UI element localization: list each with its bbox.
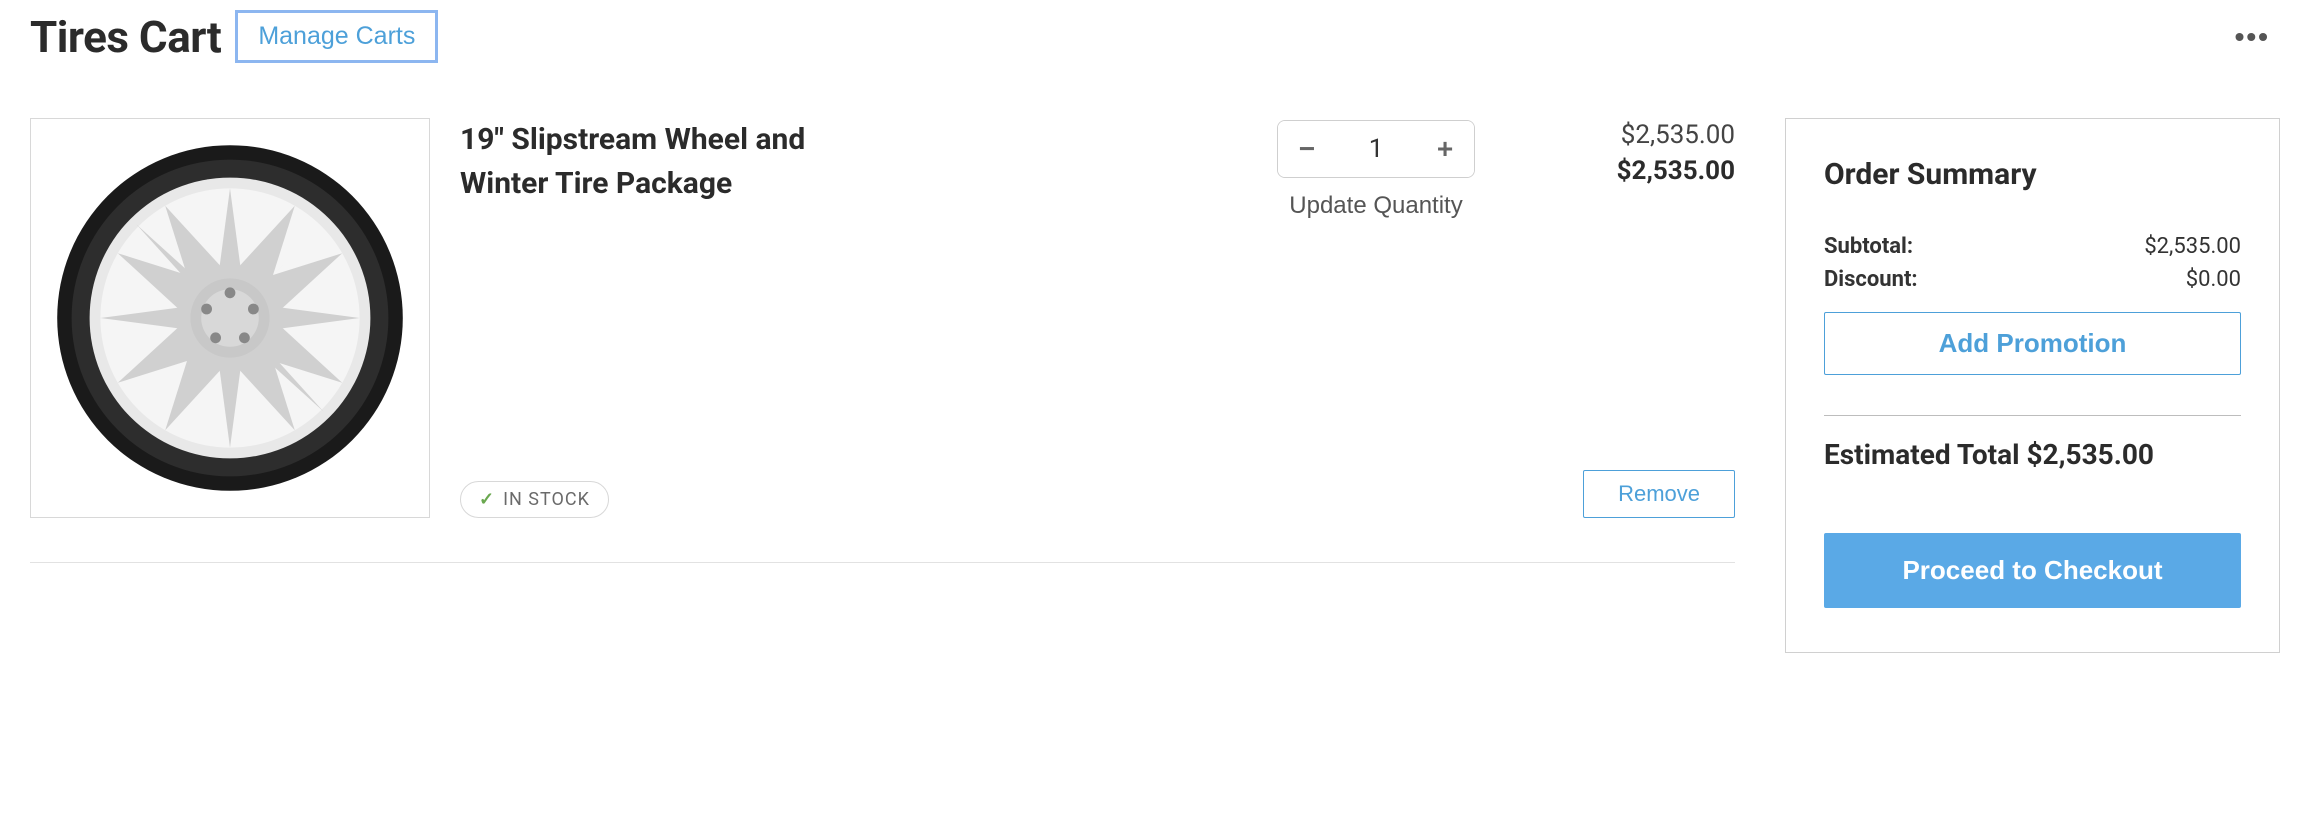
stock-status-pill: ✓ IN STOCK	[460, 481, 609, 518]
item-info: 19" Slipstream Wheel and Winter Tire Pac…	[460, 118, 1277, 518]
wheel-icon	[50, 138, 410, 498]
minus-icon: −	[1299, 133, 1315, 164]
increase-quantity-button[interactable]: +	[1416, 120, 1474, 178]
discount-value: $0.00	[2186, 267, 2241, 292]
quantity-value: 1	[1336, 134, 1416, 164]
price-section: $2,535.00 $2,535.00 Remove	[1475, 118, 1735, 518]
line-total: $2,535.00	[1617, 156, 1735, 186]
summary-divider	[1824, 415, 2241, 416]
manage-carts-button[interactable]: Manage Carts	[235, 10, 438, 63]
cart-item: 19" Slipstream Wheel and Winter Tire Pac…	[30, 118, 1735, 563]
ellipsis-icon: •••	[2235, 21, 2270, 52]
add-promotion-button[interactable]: Add Promotion	[1824, 312, 2241, 375]
subtotal-value: $2,535.00	[2144, 234, 2241, 259]
plus-icon: +	[1437, 133, 1453, 164]
cart-items-section: 19" Slipstream Wheel and Winter Tire Pac…	[30, 118, 1735, 563]
estimated-total-value: $2,535.00	[2026, 438, 2153, 471]
update-quantity-button[interactable]: Update Quantity	[1289, 192, 1462, 220]
unit-price: $2,535.00	[1621, 120, 1735, 150]
stock-status-label: IN STOCK	[503, 489, 590, 510]
page-header: Tires Cart Manage Carts •••	[30, 0, 2280, 118]
remove-item-button[interactable]: Remove	[1583, 470, 1735, 518]
header-left: Tires Cart Manage Carts	[30, 10, 438, 63]
product-image	[30, 118, 430, 518]
subtotal-row: Subtotal: $2,535.00	[1824, 234, 2241, 259]
quantity-stepper: − 1 +	[1277, 120, 1475, 178]
estimated-total-row: Estimated Total $2,535.00	[1824, 438, 2241, 471]
subtotal-label: Subtotal:	[1824, 234, 1913, 259]
discount-label: Discount:	[1824, 267, 1918, 292]
estimated-total-label: Estimated Total	[1824, 438, 2020, 471]
quantity-section: − 1 + Update Quantity	[1277, 118, 1475, 518]
order-summary: Order Summary Subtotal: $2,535.00 Discou…	[1785, 118, 2280, 653]
summary-title: Order Summary	[1824, 157, 2241, 192]
page-title: Tires Cart	[30, 11, 221, 63]
product-name: 19" Slipstream Wheel and Winter Tire Pac…	[460, 118, 880, 205]
proceed-to-checkout-button[interactable]: Proceed to Checkout	[1824, 533, 2241, 608]
cart-layout: 19" Slipstream Wheel and Winter Tire Pac…	[30, 118, 2280, 653]
discount-row: Discount: $0.00	[1824, 267, 2241, 292]
check-icon: ✓	[479, 489, 495, 510]
more-actions-button[interactable]: •••	[2225, 15, 2280, 59]
decrease-quantity-button[interactable]: −	[1278, 120, 1336, 178]
item-details: 19" Slipstream Wheel and Winter Tire Pac…	[460, 118, 1735, 518]
